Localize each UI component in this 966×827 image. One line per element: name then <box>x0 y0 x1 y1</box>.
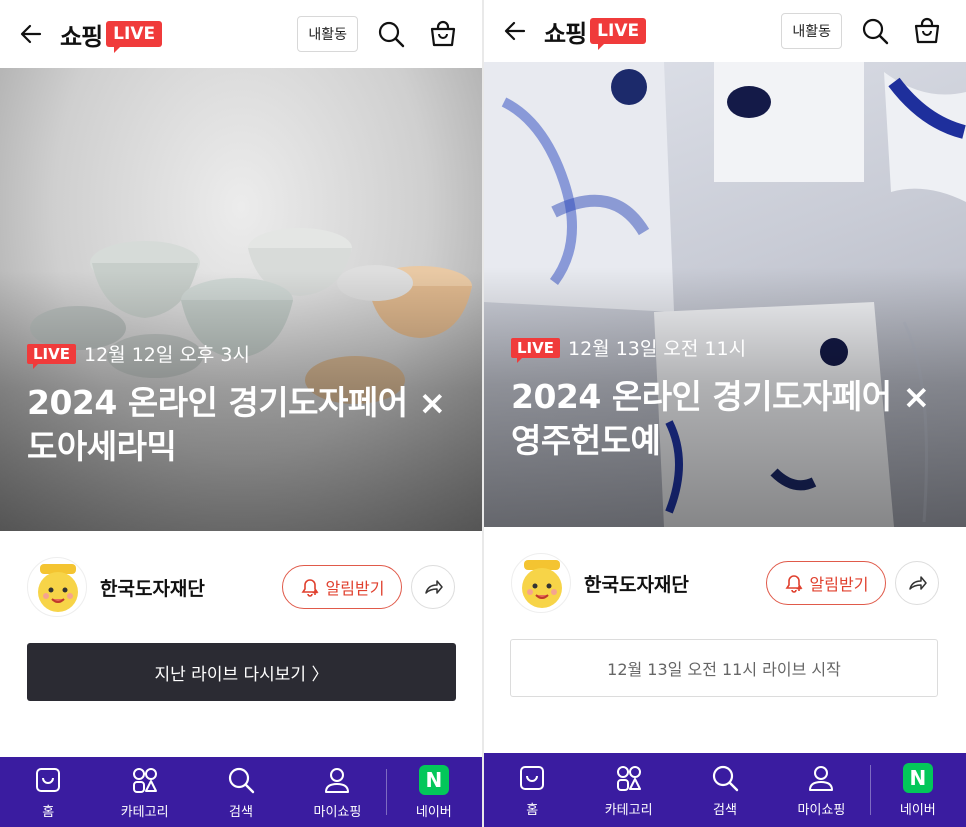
live-thumbnail[interactable]: LIVE 12월 13일 오전 11시 2024 온라인 경기도자페어 × 영주… <box>484 62 966 527</box>
live-screen-2: 쇼핑 LIVE 내활동 LIVE 12월 13일 오전 11시 2024 온라인… <box>484 0 966 827</box>
home-icon <box>520 765 545 790</box>
search-icon[interactable] <box>376 19 406 49</box>
logo-text: 쇼핑 <box>60 22 103 51</box>
live-title-line-1: 2024 온라인 경기도자페어 × <box>511 377 930 416</box>
nav-naver-label: 네이버 <box>899 802 936 818</box>
live-title-line-1: 2024 온라인 경기도자페어 × <box>27 383 446 422</box>
nav-my-shopping-label: 마이쇼핑 <box>313 804 362 820</box>
live-title: 2024 온라인 경기도자페어 × 영주헌도예 <box>511 375 946 463</box>
live-date: 12월 12일 오후 3시 <box>84 344 250 366</box>
live-title-line-2: 영주헌도예 <box>511 421 661 460</box>
logo-text: 쇼핑 <box>544 19 587 48</box>
live-date-row: LIVE 12월 12일 오후 3시 <box>27 340 462 369</box>
seller-avatar[interactable] <box>511 553 571 613</box>
logo-live-badge: LIVE <box>106 21 163 53</box>
shopping-bag-icon[interactable] <box>428 19 458 49</box>
nav-home[interactable]: 홈 <box>484 753 580 827</box>
seller-name[interactable]: 한국도자재단 <box>100 574 205 601</box>
nav-my-shopping[interactable]: 마이쇼핑 <box>289 757 385 827</box>
nav-naver-label: 네이버 <box>415 804 452 820</box>
nav-divider <box>869 765 871 815</box>
nav-search-label: 검색 <box>229 804 253 820</box>
bell-plus-icon <box>785 575 803 593</box>
seller-name[interactable]: 한국도자재단 <box>584 570 689 597</box>
nav-category-label: 카테고리 <box>120 804 169 820</box>
bottom-nav: 홈 카테고리 검색 마이쇼핑 N 네이버 <box>0 757 482 827</box>
category-icon <box>132 767 157 793</box>
live-screen-1: 쇼핑 LIVE 내활동 LIVE 12월 12일 오후 3시 2024 온라인 … <box>0 0 482 827</box>
category-icon <box>616 765 641 791</box>
live-schedule-notice: 12월 13일 오전 11시 라이브 시작 <box>510 639 938 697</box>
bottom-nav: 홈 카테고리 검색 마이쇼핑 N 네이버 <box>484 753 966 827</box>
live-badge: LIVE <box>511 337 560 363</box>
share-button[interactable] <box>411 565 455 609</box>
bell-plus-icon <box>301 579 319 597</box>
user-icon <box>325 767 350 793</box>
nav-home-label: 홈 <box>526 802 539 818</box>
search-icon <box>712 765 739 791</box>
naver-icon: N <box>902 762 933 793</box>
shopping-live-logo[interactable]: 쇼핑 LIVE <box>60 17 163 53</box>
live-title: 2024 온라인 경기도자페어 × 도아세라믹 <box>27 381 462 469</box>
notify-button[interactable]: 알림받기 <box>282 565 402 609</box>
share-icon <box>425 580 443 594</box>
nav-my-shopping-label: 마이쇼핑 <box>797 802 846 818</box>
nav-category[interactable]: 카테고리 <box>96 757 192 827</box>
search-icon <box>228 767 255 793</box>
nav-category[interactable]: 카테고리 <box>580 753 676 827</box>
nav-my-shopping[interactable]: 마이쇼핑 <box>773 753 869 827</box>
naver-icon: N <box>418 764 449 795</box>
nav-naver[interactable]: N 네이버 <box>869 753 966 827</box>
live-thumbnail[interactable]: LIVE 12월 12일 오후 3시 2024 온라인 경기도자페어 × 도아세… <box>0 68 482 531</box>
nav-divider <box>385 769 387 815</box>
live-date-row: LIVE 12월 13일 오전 11시 <box>511 334 946 363</box>
back-arrow-icon[interactable] <box>502 18 528 44</box>
seller-row: 한국도자재단 알림받기 <box>484 548 966 618</box>
mascot-icon <box>38 564 78 612</box>
seller-row: 한국도자재단 알림받기 <box>0 552 482 622</box>
share-icon <box>909 576 927 590</box>
nav-home[interactable]: 홈 <box>0 757 96 827</box>
live-info: LIVE 12월 12일 오후 3시 2024 온라인 경기도자페어 × 도아세… <box>27 340 462 469</box>
notify-button[interactable]: 알림받기 <box>766 561 886 605</box>
nav-naver[interactable]: N 네이버 <box>385 757 482 827</box>
live-date: 12월 13일 오전 11시 <box>568 338 747 360</box>
nav-search[interactable]: 검색 <box>677 753 773 827</box>
live-badge: LIVE <box>27 343 76 369</box>
my-activity-button[interactable]: 내활동 <box>781 13 842 49</box>
top-header: 쇼핑 LIVE 내활동 <box>0 0 482 68</box>
nav-search-label: 검색 <box>713 802 737 818</box>
home-icon <box>36 767 61 792</box>
shopping-live-logo[interactable]: 쇼핑 LIVE <box>544 14 647 50</box>
top-header: 쇼핑 LIVE 내활동 <box>484 0 966 62</box>
back-arrow-icon[interactable] <box>18 21 44 47</box>
my-activity-button[interactable]: 내활동 <box>297 16 358 52</box>
nav-home-label: 홈 <box>42 804 55 820</box>
notify-label: 알림받기 <box>325 579 385 598</box>
share-button[interactable] <box>895 561 939 605</box>
nav-search[interactable]: 검색 <box>193 757 289 827</box>
nav-category-label: 카테고리 <box>604 802 653 818</box>
user-icon <box>809 765 834 791</box>
live-title-line-2: 도아세라믹 <box>27 427 177 466</box>
notify-label: 알림받기 <box>809 575 869 594</box>
replay-live-button[interactable]: 지난 라이브 다시보기 〉 <box>27 643 456 701</box>
seller-avatar[interactable] <box>27 557 87 617</box>
search-icon[interactable] <box>860 16 890 46</box>
live-info: LIVE 12월 13일 오전 11시 2024 온라인 경기도자페어 × 영주… <box>511 334 946 463</box>
logo-live-badge: LIVE <box>590 18 647 50</box>
mascot-icon <box>522 560 562 608</box>
shopping-bag-icon[interactable] <box>912 16 942 46</box>
